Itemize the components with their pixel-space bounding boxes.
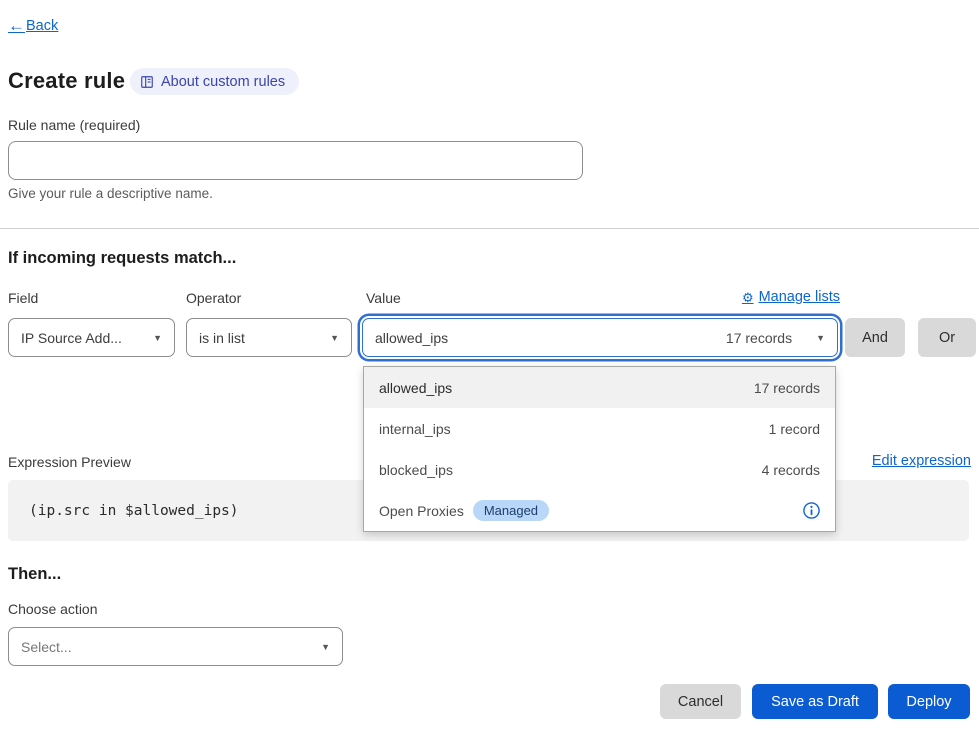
chevron-down-icon: ▼	[143, 333, 162, 343]
field-select-value: IP Source Add...	[21, 330, 122, 346]
rule-name-label: Rule name (required)	[8, 117, 140, 133]
about-badge-label: About custom rules	[161, 74, 285, 90]
back-label: Back	[26, 18, 58, 34]
value-dropdown-panel: allowed_ips 17 records internal_ips 1 re…	[363, 366, 836, 532]
back-arrow-icon: ←	[8, 16, 25, 36]
about-custom-rules-badge[interactable]: About custom rules	[130, 68, 299, 95]
list-item-internal-ips[interactable]: internal_ips 1 record	[364, 408, 835, 449]
back-link[interactable]: ←Back	[8, 16, 58, 36]
field-label: Field	[8, 290, 38, 306]
manage-lists-link[interactable]: ⚙ Manage lists	[742, 289, 840, 305]
list-item-name: blocked_ips	[379, 462, 453, 478]
value-select-value: allowed_ips	[375, 330, 448, 346]
list-item-open-proxies[interactable]: Open Proxies Managed	[364, 490, 835, 531]
rule-name-input[interactable]	[8, 141, 583, 180]
list-item-record-count: 4 records	[762, 462, 820, 478]
list-item-blocked-ips[interactable]: blocked_ips 4 records	[364, 449, 835, 490]
info-icon[interactable]	[803, 502, 820, 519]
expression-code: (ip.src in $allowed_ips)	[29, 503, 239, 519]
operator-select[interactable]: is in list ▼	[186, 318, 352, 357]
list-item-record-count: 1 record	[769, 421, 820, 437]
match-section-heading: If incoming requests match...	[8, 249, 236, 268]
manage-lists-label: Manage lists	[759, 289, 840, 305]
list-item-name: allowed_ips	[379, 380, 452, 396]
and-button[interactable]: And	[845, 318, 905, 357]
action-select-placeholder: Select...	[21, 639, 72, 655]
value-select[interactable]: allowed_ips 17 records ▼	[362, 318, 838, 357]
gear-icon: ⚙	[742, 291, 754, 304]
list-item-allowed-ips[interactable]: allowed_ips 17 records	[364, 367, 835, 408]
deploy-button[interactable]: Deploy	[888, 684, 970, 719]
list-item-name: Open Proxies	[379, 503, 464, 519]
list-item-name: internal_ips	[379, 421, 451, 437]
cancel-button[interactable]: Cancel	[660, 684, 741, 719]
choose-action-label: Choose action	[8, 601, 98, 617]
list-item-record-count: 17 records	[754, 380, 820, 396]
chevron-down-icon: ▼	[320, 333, 339, 343]
value-label: Value	[366, 290, 401, 306]
save-as-draft-button[interactable]: Save as Draft	[752, 684, 878, 719]
value-select-record-count: 17 records	[726, 330, 792, 346]
field-select[interactable]: IP Source Add... ▼	[8, 318, 175, 357]
managed-badge: Managed	[473, 500, 549, 521]
rule-name-helper-text: Give your rule a descriptive name.	[8, 186, 213, 201]
chevron-down-icon: ▼	[806, 333, 825, 343]
section-divider	[0, 228, 979, 229]
then-section-heading: Then...	[8, 565, 61, 584]
operator-label: Operator	[186, 290, 241, 306]
or-button[interactable]: Or	[918, 318, 976, 357]
page-title: Create rule	[8, 68, 125, 94]
expression-preview-label: Expression Preview	[8, 454, 131, 470]
action-select[interactable]: Select... ▼	[8, 627, 343, 666]
edit-expression-link[interactable]: Edit expression	[872, 453, 971, 469]
chevron-down-icon: ▼	[311, 642, 330, 652]
operator-select-value: is in list	[199, 330, 245, 346]
book-icon	[140, 75, 154, 89]
